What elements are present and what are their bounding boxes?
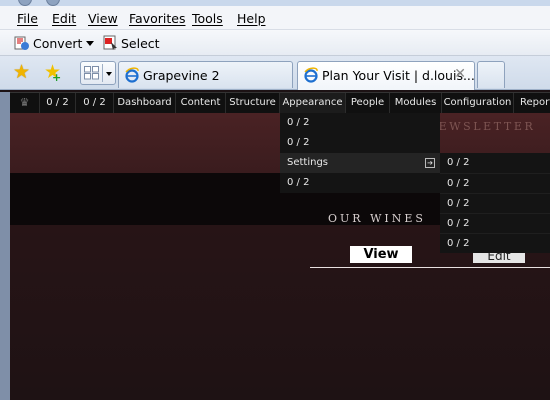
favorites-star-icon[interactable]: ★ xyxy=(13,62,30,82)
submenu-arrow-icon: ➔ xyxy=(425,158,435,168)
tab-list-dropdown-icon[interactable] xyxy=(106,72,112,76)
dropdown-item-label: Settings xyxy=(287,157,329,168)
admin-menu-reports[interactable]: Reports xyxy=(514,93,550,113)
menu-tools[interactable]: Tools xyxy=(192,11,223,26)
menu-edit[interactable]: Edit xyxy=(52,11,76,26)
select-button[interactable]: Select xyxy=(121,36,160,51)
menu-help[interactable]: Help xyxy=(237,11,266,26)
add-favorite-icon[interactable]: ★ + xyxy=(44,62,61,84)
tabs-underline xyxy=(310,267,550,268)
admin-menu-structure[interactable]: Structure xyxy=(226,93,280,113)
submenu-item[interactable]: 0 / 2 xyxy=(440,213,550,233)
tab-label: Plan Your Visit | d.louis... xyxy=(322,68,475,83)
submenu-item[interactable]: 0 / 2 xyxy=(440,173,550,193)
pdf-toolbar: Convert Select xyxy=(0,30,550,56)
our-wines-heading[interactable]: OUR WINES xyxy=(328,212,426,225)
submenu-item-label: 0 / 2 xyxy=(447,198,470,209)
tab-label: Grapevine 2 xyxy=(143,68,220,83)
dropdown-item-label: 0 / 2 xyxy=(287,117,310,128)
submenu-item-label: 0 / 2 xyxy=(447,157,470,168)
view-tab[interactable]: View xyxy=(350,246,412,263)
submenu-item[interactable]: 0 / 2 xyxy=(440,193,550,213)
settings-submenu: 0 / 2 0 / 2 0 / 2 0 / 2 0 / 2 xyxy=(440,153,550,253)
ie-page-icon xyxy=(125,67,139,83)
menu-favorites[interactable]: Favorites xyxy=(129,11,185,26)
admin-menu-item[interactable]: 0 / 2 xyxy=(76,93,114,113)
window-left-edge xyxy=(0,92,10,400)
admin-menu-people[interactable]: People xyxy=(346,93,390,113)
submenu-item-label: 0 / 2 xyxy=(447,218,470,229)
crown-icon[interactable]: ♛ xyxy=(10,93,40,113)
submenu-item[interactable]: 0 / 2 xyxy=(440,153,550,173)
tab-grapevine[interactable]: Grapevine 2 xyxy=(118,61,293,88)
convert-dropdown-icon[interactable] xyxy=(86,41,94,46)
admin-menu-configuration[interactable]: Configuration xyxy=(442,93,514,113)
dropdown-item-settings[interactable]: Settings ➔ xyxy=(280,153,440,173)
pdf-select-icon[interactable] xyxy=(103,35,118,51)
submenu-item-label: 0 / 2 xyxy=(447,178,470,189)
quick-tabs-separator xyxy=(102,64,103,82)
appearance-dropdown: 0 / 2 0 / 2 Settings ➔ 0 / 2 xyxy=(280,113,440,193)
admin-menu-bar: ♛ 0 / 2 0 / 2 Dashboard Content Structur… xyxy=(10,92,550,113)
menu-bar: File Edit View Favorites Tools Help xyxy=(0,6,550,30)
submenu-item-label: 0 / 2 xyxy=(447,238,470,249)
admin-menu-dashboard[interactable]: Dashboard xyxy=(114,93,176,113)
convert-button[interactable]: Convert xyxy=(33,36,82,51)
menu-view[interactable]: View xyxy=(88,11,118,26)
submenu-item[interactable]: 0 / 2 xyxy=(440,233,550,253)
dropdown-item-label: 0 / 2 xyxy=(287,137,310,148)
menu-file[interactable]: File xyxy=(17,11,38,26)
admin-menu-appearance[interactable]: Appearance xyxy=(280,93,346,113)
admin-menu-content[interactable]: Content xyxy=(176,93,226,113)
dropdown-item-label: 0 / 2 xyxy=(287,177,310,188)
dropdown-item[interactable]: 0 / 2 xyxy=(280,113,440,133)
new-tab-button[interactable] xyxy=(477,61,505,88)
close-tab-icon[interactable]: ✕ xyxy=(454,66,466,82)
dropdown-item[interactable]: 0 / 2 xyxy=(280,173,440,193)
quick-tabs-button[interactable] xyxy=(80,61,116,85)
admin-menu-modules[interactable]: Modules xyxy=(390,93,442,113)
admin-menu-item[interactable]: 0 / 2 xyxy=(40,93,76,113)
ie-page-icon xyxy=(304,67,318,83)
tab-plan-your-visit[interactable]: Plan Your Visit | d.louis... ✕ xyxy=(297,61,475,90)
quick-tabs-grid-icon xyxy=(84,66,99,80)
pdf-convert-icon[interactable] xyxy=(14,35,30,51)
dropdown-item[interactable]: 0 / 2 xyxy=(280,133,440,153)
